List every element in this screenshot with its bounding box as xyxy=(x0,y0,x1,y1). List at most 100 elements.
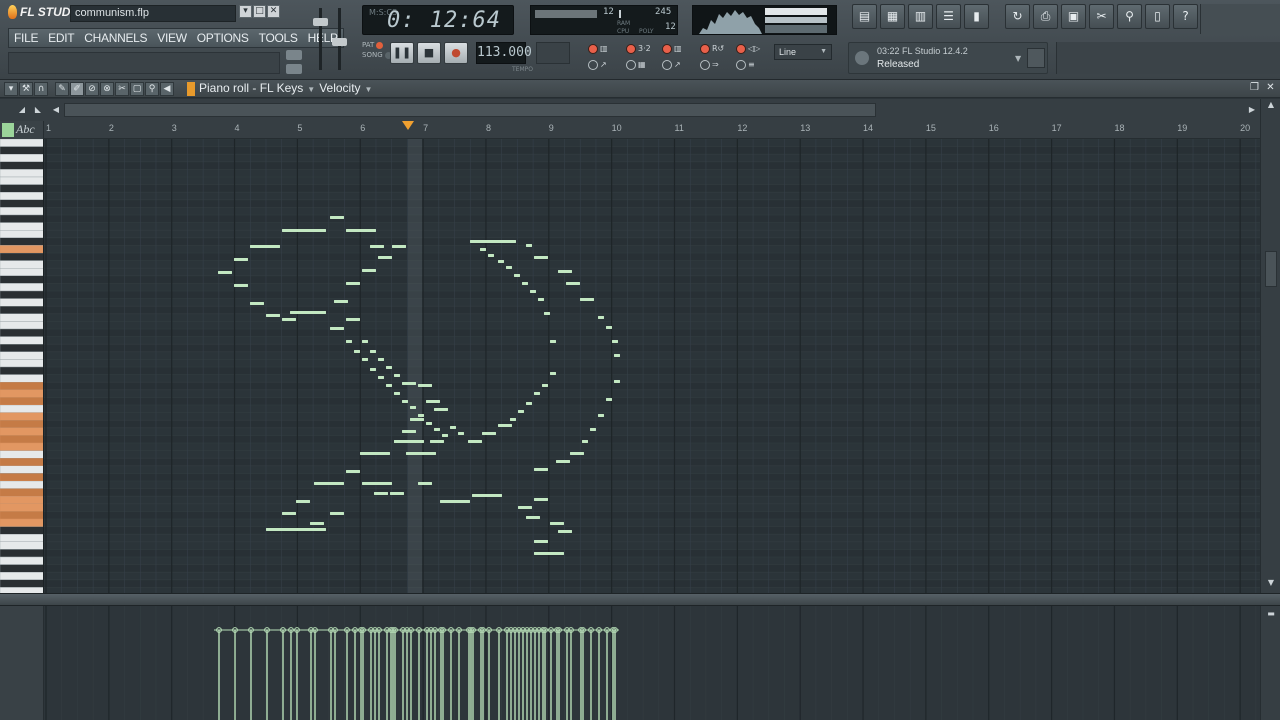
wrench-icon[interactable]: ⚒ xyxy=(19,82,33,96)
midi-note[interactable] xyxy=(310,522,324,525)
midi-note[interactable] xyxy=(330,512,344,515)
save-icon[interactable]: ⎙ xyxy=(1033,4,1058,29)
velocity-lane[interactable] xyxy=(44,606,1260,720)
midi-note[interactable] xyxy=(482,432,496,435)
midi-note[interactable] xyxy=(526,516,540,519)
piano-key[interactable] xyxy=(0,564,44,573)
option-ring-4[interactable] xyxy=(700,60,710,70)
midi-note[interactable] xyxy=(266,528,326,531)
midi-note[interactable] xyxy=(346,282,360,285)
zoom-icon[interactable]: ⚲ xyxy=(145,82,159,96)
piano-key[interactable] xyxy=(0,237,44,246)
midi-note[interactable] xyxy=(514,274,520,277)
hint-button-2[interactable] xyxy=(286,64,302,74)
midi-note[interactable] xyxy=(290,311,326,314)
midi-note[interactable] xyxy=(526,244,532,247)
blend-notes-icon[interactable]: ◁▷ xyxy=(748,44,762,54)
select-tool-icon[interactable]: ▢ xyxy=(130,82,144,96)
midi-note[interactable] xyxy=(250,302,264,305)
step-left-icon[interactable]: ◢ xyxy=(16,104,28,116)
midi-note[interactable] xyxy=(410,418,424,421)
stop-icon[interactable]: ■ xyxy=(417,42,441,64)
channel-rack-icon[interactable]: ☰ xyxy=(936,4,961,29)
midi-note[interactable] xyxy=(346,318,360,321)
midi-note[interactable] xyxy=(418,414,424,417)
timeline-ruler[interactable]: 1 2 3 4 5 6 7 8 9 10 11 12 13 14 15 16 17 18 19 20 xyxy=(44,121,1260,139)
midi-note[interactable] xyxy=(470,240,516,243)
midi-note[interactable] xyxy=(544,312,550,315)
midi-note[interactable] xyxy=(580,298,594,301)
midi-note[interactable] xyxy=(374,492,388,495)
overdub-icon[interactable]: ≡ xyxy=(748,60,762,70)
news-panel[interactable]: 03:22 FL Studio 12.4.2 Released ▼ xyxy=(848,42,1048,74)
midi-note[interactable] xyxy=(386,384,392,387)
midi-note[interactable] xyxy=(402,400,408,403)
master-pitch-slider[interactable] xyxy=(332,38,347,46)
midi-note[interactable] xyxy=(480,248,486,251)
midi-note[interactable] xyxy=(598,414,604,417)
midi-note[interactable] xyxy=(550,522,564,525)
pat-song-switch[interactable]: PAT SONG xyxy=(362,40,392,60)
piano-key[interactable] xyxy=(0,161,44,170)
midi-note[interactable] xyxy=(598,316,604,319)
mixer-icon[interactable]: ▮ xyxy=(964,4,989,29)
playhead-marker[interactable] xyxy=(402,121,414,130)
midi-note[interactable] xyxy=(296,500,310,503)
midi-note[interactable] xyxy=(472,494,502,497)
midi-note[interactable] xyxy=(558,530,572,533)
piano-key[interactable] xyxy=(0,328,44,337)
piano-key[interactable] xyxy=(0,207,44,216)
detach-icon[interactable]: ❐ xyxy=(1248,82,1261,95)
horizontal-scroll-thumb[interactable] xyxy=(64,103,876,117)
project-name-field[interactable]: communism.flp xyxy=(70,5,236,22)
snap-mode-select[interactable]: Line ▼ xyxy=(774,44,832,60)
piano-key[interactable] xyxy=(0,404,44,413)
midi-note[interactable] xyxy=(550,340,556,343)
midi-note[interactable] xyxy=(370,368,376,371)
midi-note[interactable] xyxy=(250,245,280,248)
piano-key[interactable] xyxy=(0,572,44,581)
midi-note[interactable] xyxy=(558,270,572,273)
playlist-icon[interactable]: ▤ xyxy=(852,4,877,29)
piano-key[interactable] xyxy=(0,313,44,322)
midi-note[interactable] xyxy=(330,327,344,330)
midi-note[interactable] xyxy=(498,424,512,427)
metronome-icon[interactable]: ▥ xyxy=(600,44,614,54)
step-edit-icon[interactable]: ▥ xyxy=(674,44,688,54)
piano-key[interactable] xyxy=(0,366,44,375)
midi-note[interactable] xyxy=(606,326,612,329)
record-icon[interactable]: ● xyxy=(444,42,468,64)
event-editor-splitter[interactable] xyxy=(0,593,1280,606)
midi-note[interactable] xyxy=(488,254,494,257)
midi-note[interactable] xyxy=(534,392,540,395)
piano-key[interactable] xyxy=(0,526,44,535)
event-target[interactable]: Velocity xyxy=(319,81,360,95)
piano-key[interactable] xyxy=(0,260,44,269)
maximize-icon[interactable]: □ xyxy=(253,5,266,18)
auto-scroll-icon[interactable]: ↗ xyxy=(674,60,688,70)
midi-note[interactable] xyxy=(234,284,248,287)
midi-note[interactable] xyxy=(566,282,580,285)
render-icon[interactable]: ▣ xyxy=(1061,4,1086,29)
piano-key[interactable] xyxy=(0,192,44,201)
pause-icon[interactable]: ❚❚ xyxy=(390,42,414,64)
cut-icon[interactable]: ✂ xyxy=(1089,4,1114,29)
midi-note[interactable] xyxy=(370,245,384,248)
scroll-down-icon[interactable]: ▼ xyxy=(1265,577,1277,589)
piano-key[interactable] xyxy=(0,450,44,459)
midi-note[interactable] xyxy=(570,452,584,455)
piano-key[interactable] xyxy=(0,374,44,383)
midi-note[interactable] xyxy=(410,406,416,409)
midi-note[interactable] xyxy=(556,460,570,463)
help-icon[interactable]: ? xyxy=(1173,4,1198,29)
midi-note[interactable] xyxy=(418,482,432,485)
midi-note[interactable] xyxy=(362,358,368,361)
midi-note[interactable] xyxy=(282,512,296,515)
midi-note[interactable] xyxy=(370,350,376,353)
midi-note[interactable] xyxy=(394,440,424,443)
midi-note[interactable] xyxy=(434,408,448,411)
scroll-left-icon[interactable]: ◀ xyxy=(50,104,62,116)
piano-key[interactable] xyxy=(0,579,44,588)
loop-record-icon[interactable]: R↺ xyxy=(712,44,726,54)
step-sequencer-icon[interactable]: ▦ xyxy=(880,4,905,29)
